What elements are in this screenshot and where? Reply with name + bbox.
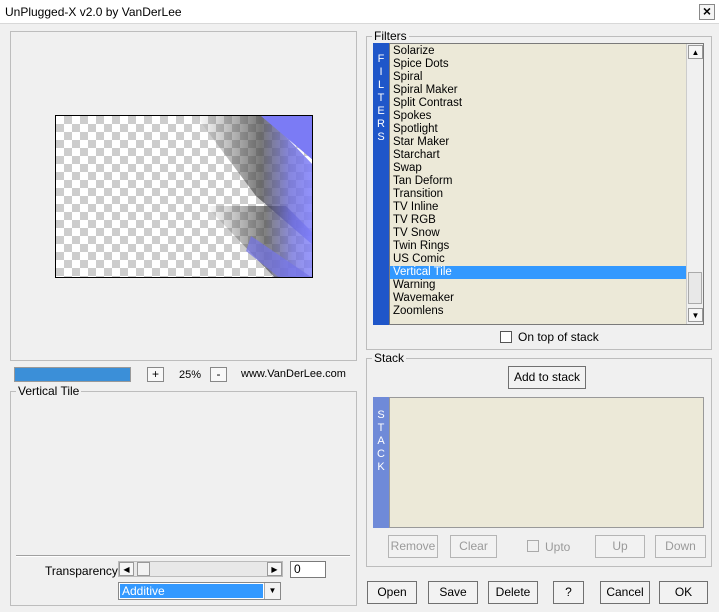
close-button[interactable]: × (699, 4, 715, 20)
list-item[interactable]: Spice Dots (390, 58, 687, 71)
blend-mode-value: Additive (120, 584, 263, 598)
settings-title: Vertical Tile (16, 384, 82, 398)
filters-side-label: F I L T E R S (373, 43, 389, 325)
help-button[interactable]: ? (553, 581, 584, 604)
side-letter: I (379, 66, 383, 78)
list-item[interactable]: Split Contrast (390, 97, 687, 110)
list-item[interactable]: Spokes (390, 110, 687, 123)
remove-button[interactable]: Remove (388, 535, 438, 558)
transparency-input[interactable]: 0 (290, 561, 326, 578)
list-item[interactable]: Spiral (390, 71, 687, 84)
on-top-label: On top of stack (518, 330, 599, 344)
on-top-checkbox[interactable] (500, 331, 512, 343)
blend-mode-select[interactable]: Additive ▼ (118, 582, 281, 600)
transparency-label: Transparency (45, 564, 118, 578)
list-item[interactable]: Transition (390, 188, 687, 201)
ok-button[interactable]: OK (659, 581, 708, 604)
window-title: UnPlugged-X v2.0 by VanDerLee (5, 5, 182, 19)
up-button[interactable]: Up (595, 535, 645, 558)
slider-right-icon[interactable]: ▶ (267, 562, 282, 576)
list-item[interactable]: TV Snow (390, 227, 687, 240)
list-item[interactable]: Star Maker (390, 136, 687, 149)
chevron-down-icon[interactable]: ▼ (264, 583, 280, 599)
down-button[interactable]: Down (655, 535, 706, 558)
side-letter: A (377, 435, 385, 447)
scroll-up-icon[interactable]: ▲ (688, 45, 703, 59)
list-item[interactable]: Swap (390, 162, 687, 175)
stack-title: Stack (372, 351, 407, 365)
stack-list[interactable] (389, 397, 704, 528)
progress-bar (14, 367, 131, 382)
list-item[interactable]: Spotlight (390, 123, 687, 136)
upto-checkbox[interactable] (527, 540, 539, 552)
open-button[interactable]: Open (367, 581, 417, 604)
zoom-in-button[interactable]: + (147, 367, 164, 382)
title-bar: UnPlugged-X v2.0 by VanDerLee × (0, 0, 719, 24)
add-to-stack-button[interactable]: Add to stack (508, 366, 586, 389)
side-letter: R (377, 118, 385, 130)
zoom-level: 25% (178, 369, 202, 381)
divider (16, 555, 350, 557)
upto-label: Upto (545, 540, 571, 554)
list-item[interactable]: Twin Rings (390, 240, 687, 253)
scroll-down-icon[interactable]: ▼ (688, 308, 703, 322)
list-item[interactable]: Warning (390, 279, 687, 292)
slider-thumb[interactable] (137, 562, 150, 576)
side-letter: T (377, 92, 385, 104)
list-item[interactable]: TV RGB (390, 214, 687, 227)
preview-panel (10, 31, 357, 361)
filters-scrollbar[interactable]: ▲ ▼ (686, 44, 703, 324)
website-link[interactable]: www.VanDerLee.com (241, 368, 346, 380)
scroll-thumb[interactable] (688, 272, 702, 304)
list-item[interactable]: Starchart (390, 149, 687, 162)
cancel-button[interactable]: Cancel (600, 581, 650, 604)
preview-image[interactable] (55, 115, 313, 278)
list-item[interactable]: Spiral Maker (390, 84, 687, 97)
transparency-slider[interactable]: ◀ ▶ (118, 561, 283, 577)
preview-effect (196, 116, 312, 277)
list-item[interactable]: Solarize (390, 45, 687, 58)
side-letter: L (377, 79, 385, 91)
list-item-selected[interactable]: Vertical Tile (390, 266, 687, 279)
save-button[interactable]: Save (428, 581, 478, 604)
clear-button[interactable]: Clear (450, 535, 497, 558)
stack-side-label: S T A C K (373, 397, 389, 528)
side-letter: T (377, 422, 385, 434)
list-item[interactable]: Tan Deform (390, 175, 687, 188)
delete-button[interactable]: Delete (488, 581, 538, 604)
side-letter: S (377, 409, 385, 421)
side-letter: K (377, 461, 385, 473)
zoom-out-button[interactable]: - (210, 367, 227, 382)
slider-left-icon[interactable]: ◀ (119, 562, 134, 576)
filters-title: Filters (372, 29, 409, 43)
list-item[interactable]: TV Inline (390, 201, 687, 214)
side-letter: F (377, 53, 385, 65)
side-letter: S (377, 131, 385, 143)
side-letter: C (377, 448, 385, 460)
list-item[interactable]: Zoomlens (390, 305, 687, 318)
filters-list[interactable]: Solarize Spice Dots Spiral Spiral Maker … (389, 43, 704, 325)
list-item[interactable]: Wavemaker (390, 292, 687, 305)
side-letter: E (377, 105, 385, 117)
list-item[interactable]: US Comic (390, 253, 687, 266)
